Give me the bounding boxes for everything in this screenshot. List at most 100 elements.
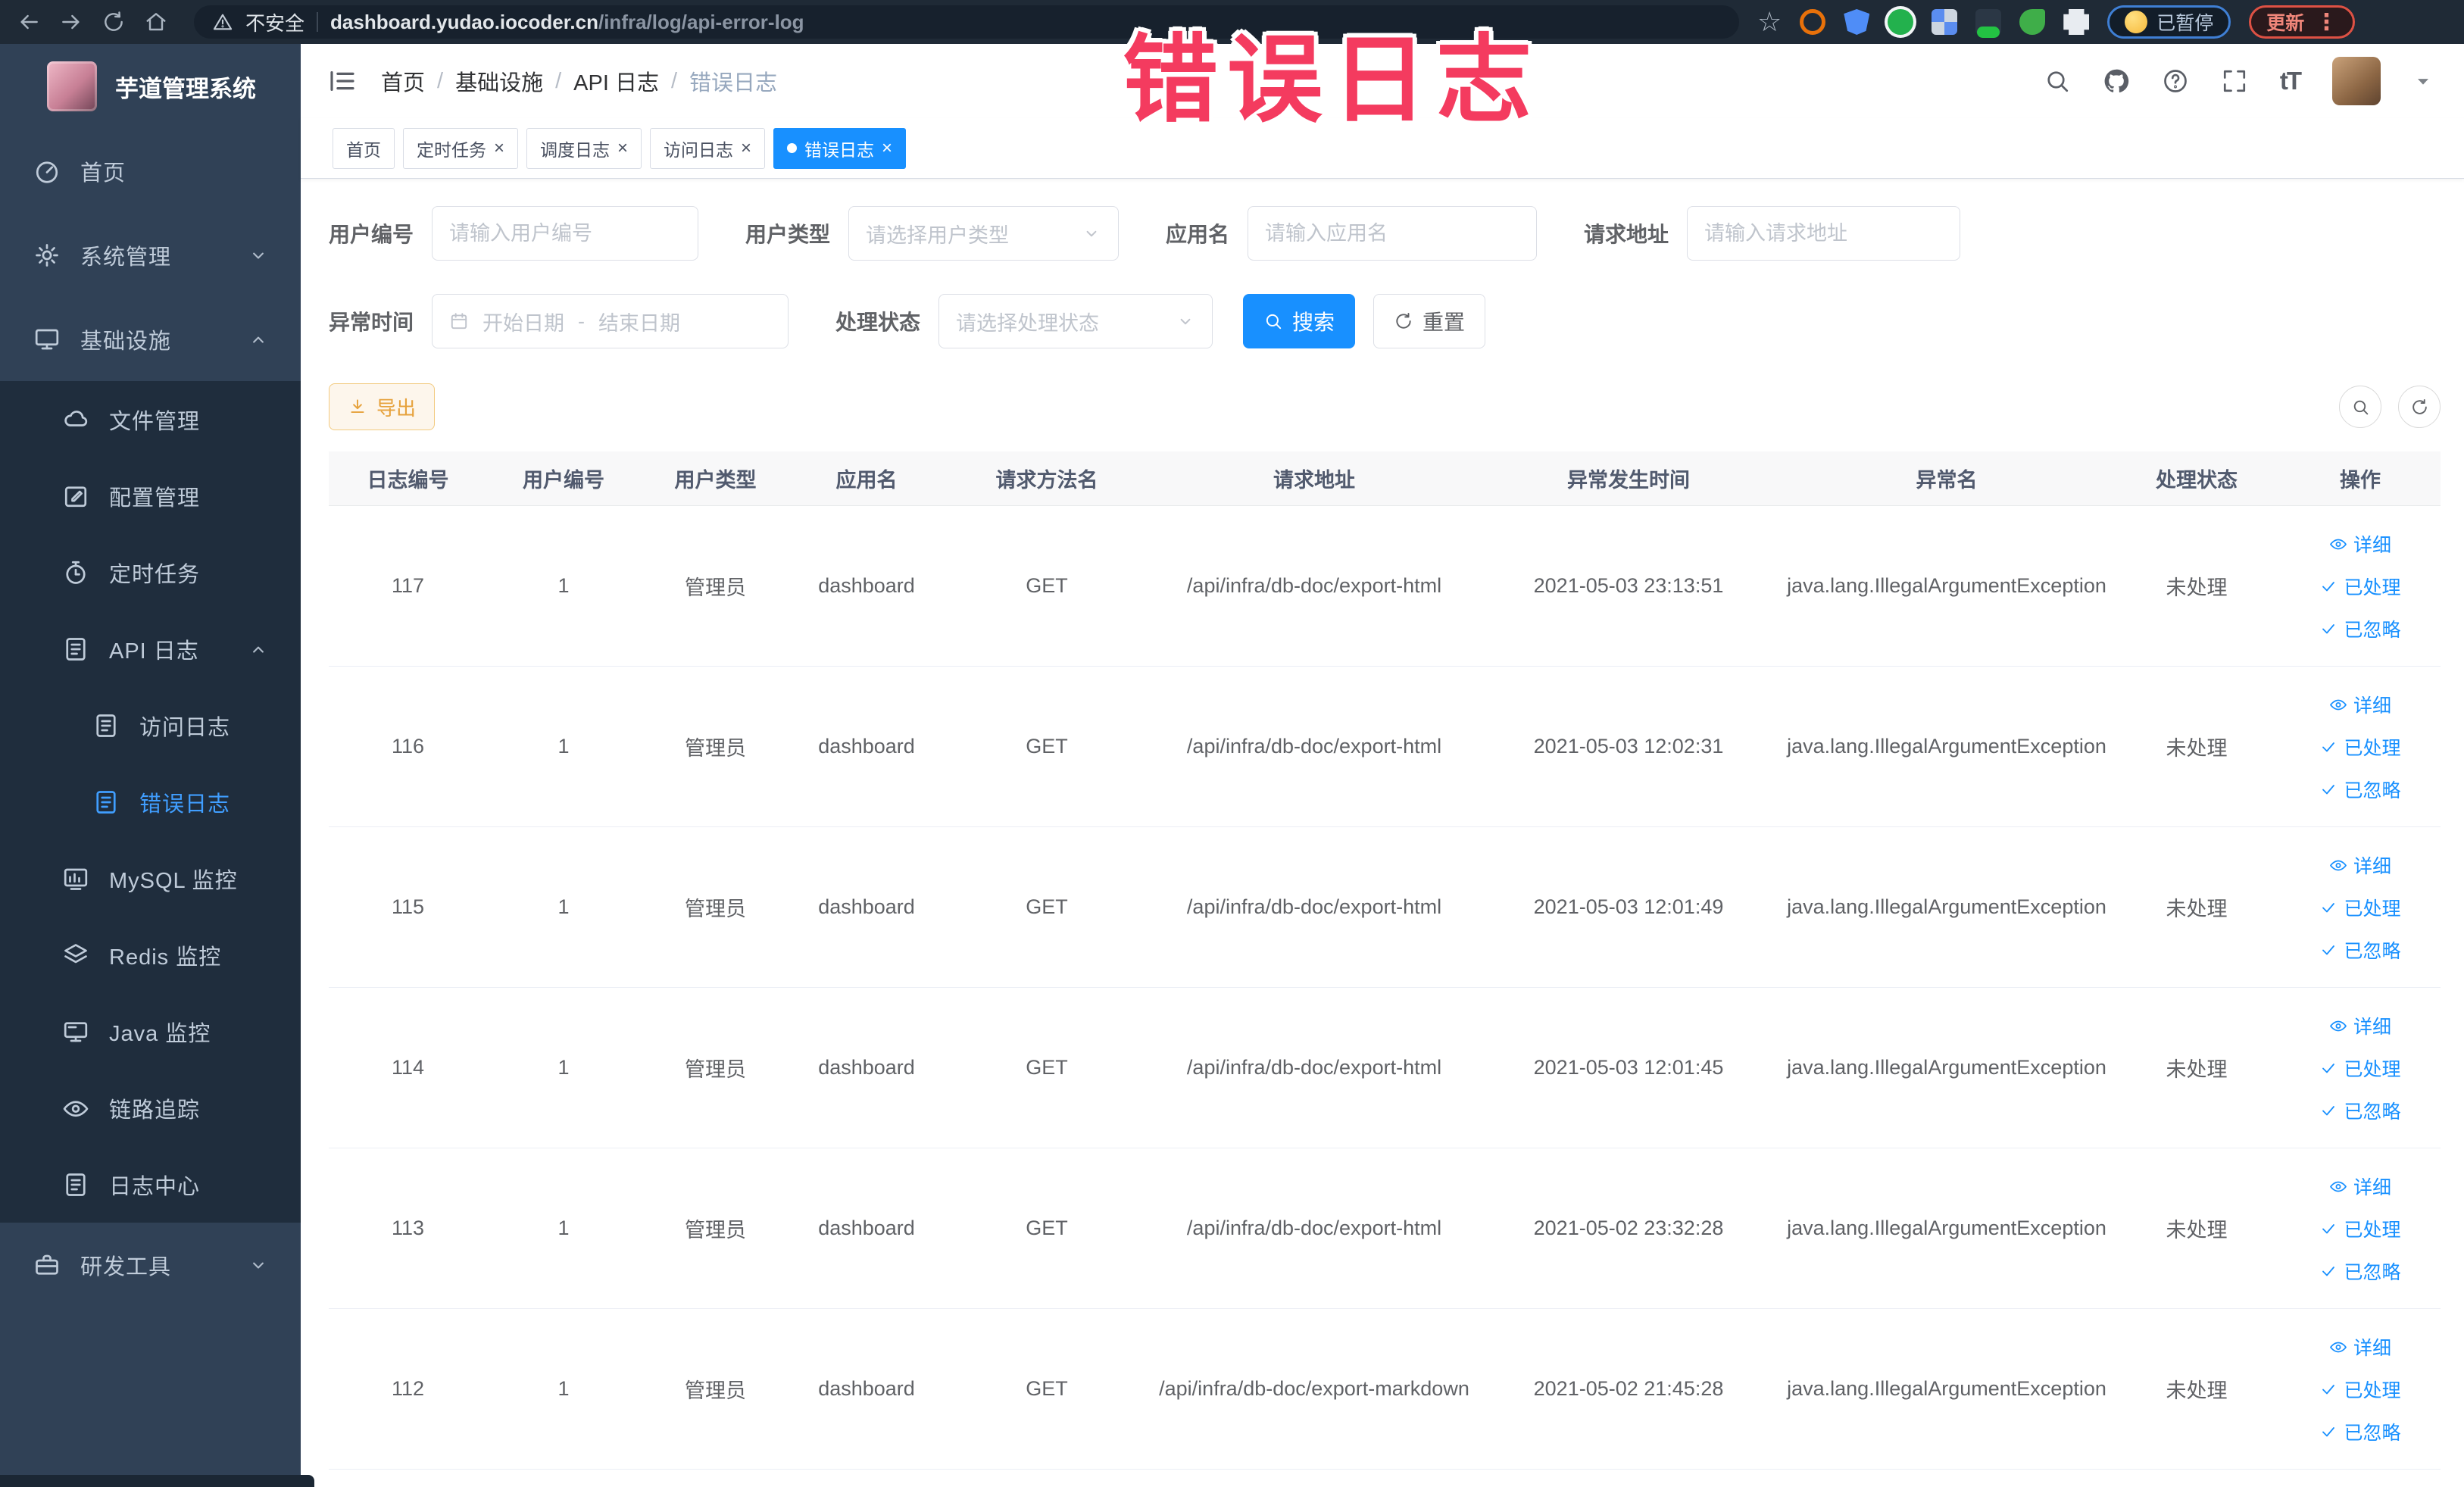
ignored-link[interactable]: 已忽略	[2319, 1257, 2401, 1285]
font-size-icon[interactable]: tT	[2280, 67, 2302, 95]
ignored-link[interactable]: 已忽略	[2319, 1097, 2401, 1124]
sidebar-item[interactable]: 链路追踪	[0, 1070, 301, 1146]
detail-link[interactable]: 详细	[2329, 691, 2391, 718]
sidebar-item[interactable]: 首页	[0, 129, 301, 213]
ignored-link[interactable]: 已忽略	[2319, 776, 2401, 803]
extension-green-icon[interactable]	[1888, 9, 1914, 35]
tab-item[interactable]: 调度日志 ×	[526, 127, 642, 169]
sidebar-item[interactable]: 基础设施	[0, 297, 301, 381]
paused-extension-badge[interactable]: 已暂停	[2107, 5, 2231, 39]
help-icon[interactable]	[2162, 67, 2189, 95]
github-icon[interactable]	[2103, 67, 2130, 95]
tab-active[interactable]: 错误日志 ×	[773, 127, 907, 169]
detail-link[interactable]: 详细	[2329, 851, 2391, 879]
tab-item[interactable]: 访问日志 ×	[650, 127, 766, 169]
user-avatar[interactable]	[2332, 57, 2381, 105]
header-search-icon[interactable]	[2044, 67, 2071, 95]
user-type-select[interactable]: 请选择用户类型	[848, 206, 1120, 261]
sidebar-item[interactable]: 系统管理	[0, 213, 301, 297]
processed-link[interactable]: 已处理	[2319, 573, 2401, 600]
close-icon[interactable]: ×	[494, 139, 504, 158]
cell-url: /api/infra/db-doc/export-html	[1186, 1056, 1442, 1079]
export-button[interactable]: 导出	[329, 383, 436, 430]
browser-update-button[interactable]: 更新 ⋮	[2249, 5, 2356, 39]
chevron-down-icon	[248, 245, 269, 266]
user-id-input[interactable]	[432, 206, 699, 261]
download-icon	[348, 397, 367, 417]
processed-link[interactable]: 已处理	[2319, 1376, 2401, 1403]
cell-status: 未处理	[2166, 1219, 2228, 1242]
sidebar-item[interactable]: Redis 监控	[0, 917, 301, 993]
breadcrumb-separator: /	[437, 68, 444, 93]
sidebar-item[interactable]: Java 监控	[0, 993, 301, 1070]
processed-link[interactable]: 已处理	[2319, 1054, 2401, 1082]
processed-link[interactable]: 已处理	[2319, 894, 2401, 921]
cell-exception: java.lang.IllegalArgumentException	[1787, 1377, 2106, 1400]
cell-app-name: dashboard	[818, 1377, 915, 1400]
detail-link[interactable]: 详细	[2329, 1173, 2391, 1200]
toggle-search-button[interactable]	[2339, 386, 2381, 428]
extension-puzzle-icon[interactable]	[2063, 9, 2090, 35]
cell-exception: java.lang.IllegalArgumentException	[1787, 1056, 2106, 1079]
extension-grid-icon[interactable]	[1932, 9, 1958, 35]
detail-link[interactable]: 详细	[2329, 1012, 2391, 1039]
reset-button[interactable]: 重置	[1373, 294, 1486, 348]
sidebar-item-label: Java 监控	[109, 1021, 211, 1046]
sidebar-item[interactable]: 日志中心	[0, 1146, 301, 1223]
cell-url: /api/infra/db-doc/export-html	[1186, 895, 1442, 918]
sidebar-item[interactable]: 定时任务	[0, 534, 301, 611]
sidebar-item[interactable]: 错误日志	[0, 764, 301, 840]
browser-home-icon[interactable]	[144, 10, 168, 34]
sidebar-item[interactable]: 配置管理	[0, 458, 301, 534]
extension-leaf-icon[interactable]	[2019, 9, 2046, 35]
close-icon[interactable]: ×	[882, 139, 892, 158]
edit-icon	[62, 483, 89, 510]
cell-id: 115	[391, 895, 425, 918]
sidebar-item[interactable]: 访问日志	[0, 687, 301, 764]
check-icon	[2319, 898, 2338, 917]
bookmark-star-icon[interactable]: ☆	[1757, 8, 1782, 36]
ignored-link[interactable]: 已忽略	[2319, 1418, 2401, 1445]
browser-menu-kebab-icon[interactable]: ⋮	[2315, 9, 2338, 36]
tab-item[interactable]: 首页	[333, 127, 395, 169]
browser-back-icon[interactable]	[17, 10, 41, 34]
ignored-link[interactable]: 已忽略	[2319, 615, 2401, 642]
browser-reload-icon[interactable]	[101, 10, 126, 34]
exception-time-range-picker[interactable]: 开始日期 - 结束日期	[432, 294, 789, 348]
user-menu-caret-icon[interactable]	[2412, 70, 2434, 92]
extension-orange-icon[interactable]	[1800, 9, 1826, 35]
process-status-select[interactable]: 请选择处理状态	[938, 294, 1213, 348]
ignored-link[interactable]: 已忽略	[2319, 936, 2401, 964]
detail-link[interactable]: 详细	[2329, 1333, 2391, 1360]
security-label[interactable]: 不安全	[245, 8, 304, 36]
app-name-input[interactable]	[1248, 206, 1538, 261]
extension-shield-icon[interactable]	[1844, 9, 1870, 35]
search-icon	[2351, 398, 2370, 417]
extension-onoff-icon[interactable]	[1975, 9, 2002, 38]
cell-user-id: 1	[557, 1377, 570, 1400]
cell-app-name: dashboard	[818, 895, 915, 918]
processed-link[interactable]: 已处理	[2319, 1215, 2401, 1242]
sidebar-toggle-icon[interactable]	[326, 65, 358, 97]
fullscreen-icon[interactable]	[2221, 67, 2248, 95]
refresh-table-button[interactable]	[2398, 386, 2441, 428]
breadcrumb-separator: /	[555, 68, 562, 93]
sidebar-item[interactable]: 研发工具	[0, 1223, 301, 1307]
breadcrumb-item[interactable]: 基础设施	[455, 65, 543, 97]
sidebar-item[interactable]: API 日志	[0, 611, 301, 687]
browser-forward-icon[interactable]	[59, 10, 83, 34]
app-logo[interactable]: 芋道管理系统	[0, 44, 301, 129]
processed-link[interactable]: 已处理	[2319, 733, 2401, 761]
tab-item[interactable]: 定时任务 ×	[403, 127, 519, 169]
close-icon[interactable]: ×	[741, 139, 751, 158]
detail-link[interactable]: 详细	[2329, 530, 2391, 558]
column-header: 操作	[2340, 469, 2381, 492]
breadcrumb-item[interactable]: API 日志	[573, 65, 659, 97]
sidebar-item[interactable]: 文件管理	[0, 381, 301, 458]
request-url-input[interactable]	[1687, 206, 1961, 261]
cell-app-name: dashboard	[818, 1056, 915, 1079]
breadcrumb-item[interactable]: 首页	[381, 65, 425, 97]
close-icon[interactable]: ×	[617, 139, 628, 158]
sidebar-item[interactable]: MySQL 监控	[0, 840, 301, 917]
search-button[interactable]: 搜索	[1243, 294, 1356, 348]
